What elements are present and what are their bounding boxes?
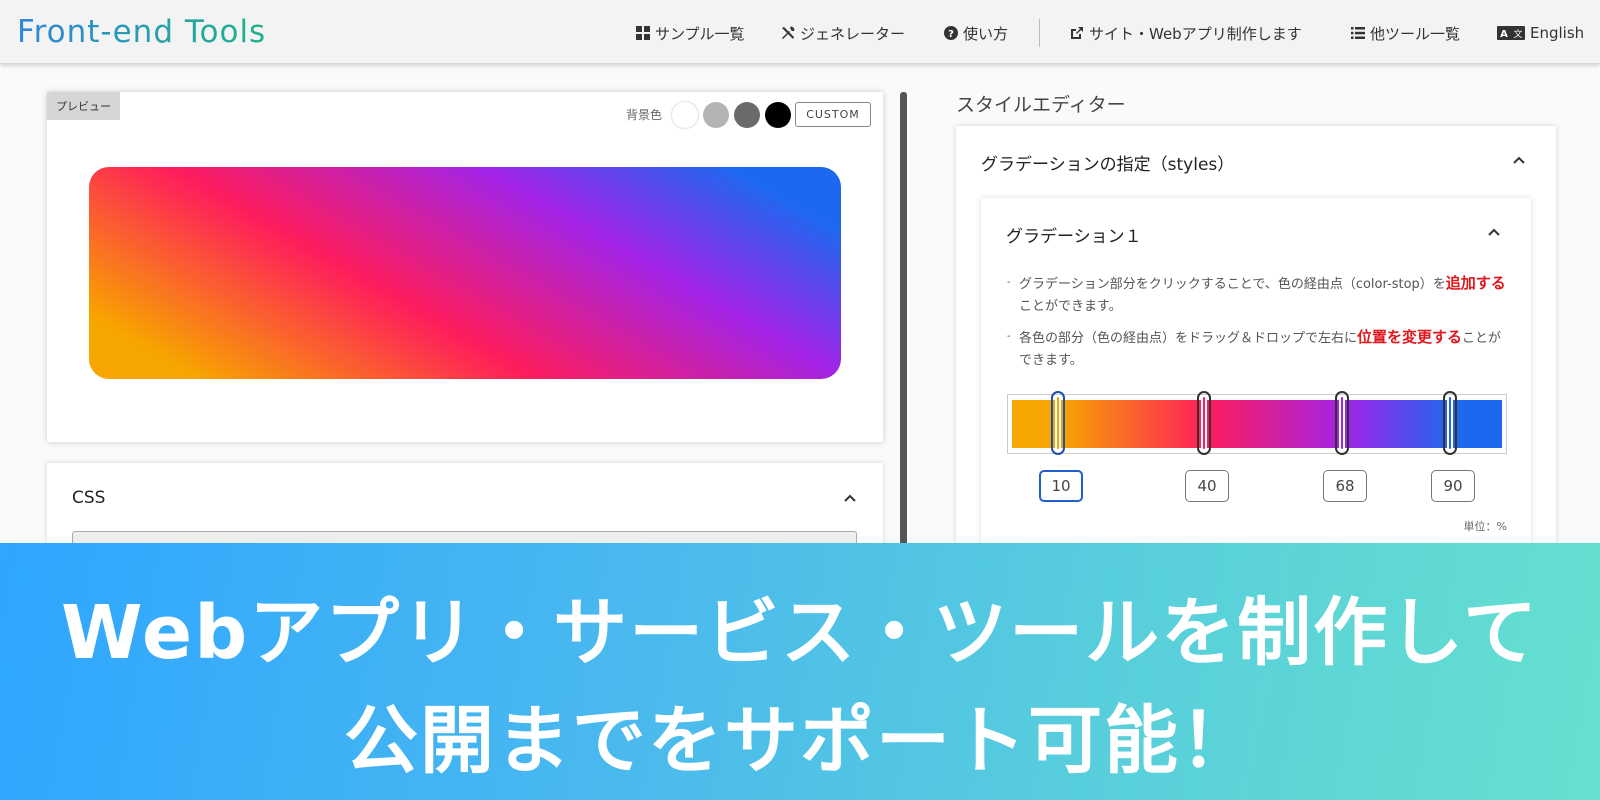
help-note: グラデーション部分をクリックすることで、色の経由点（color-stop）を追加… — [1007, 272, 1507, 318]
banner-headline: Webアプリ・サービス・ツールを制作して — [61, 590, 1539, 676]
help-note-highlight: 追加する — [1445, 274, 1506, 292]
nav-generator[interactable]: ジェネレーター — [781, 22, 905, 44]
nav-language[interactable]: A文 English — [1497, 22, 1584, 44]
nav-howto[interactable]: ? 使い方 — [944, 22, 1008, 44]
help-note-text: 各色の部分（色の経由点）をドラッグ＆ドロップで左右に — [1019, 331, 1358, 346]
promo-banner: Webアプリ・サービス・ツールを制作して 公開までをサポート可能！ — [0, 543, 1600, 800]
custom-color-button[interactable]: CUSTOM — [795, 102, 871, 127]
help-note-highlight: 位置を変更する — [1357, 328, 1463, 346]
swatch-white[interactable] — [672, 102, 698, 128]
banner-subheadline: 公開までをサポート可能！ — [344, 698, 1256, 784]
help-note-text: ことができます。 — [1019, 299, 1122, 314]
chevron-up-icon[interactable] — [1487, 225, 1501, 239]
list-icon — [1351, 27, 1365, 39]
nav-samples-label: サンプル一覧 — [655, 24, 745, 43]
gradient-card-title: グラデーション１ — [1006, 227, 1142, 247]
nav-other-tools-label: 他ツール一覧 — [1370, 24, 1461, 43]
chevron-up-icon[interactable] — [1512, 153, 1526, 167]
nav-divider — [1039, 19, 1040, 47]
background-color-label: 背景色 — [626, 108, 663, 122]
translate-icon: A文 — [1497, 26, 1525, 40]
svg-text:A: A — [1500, 29, 1508, 40]
help-note-text: グラデーション部分をクリックすることで、色の経由点（color-stop）を — [1019, 277, 1446, 292]
color-stop-handle[interactable] — [1335, 391, 1349, 455]
style-editor-title: スタイルエディター — [956, 94, 1126, 116]
styles-card-title: グラデーションの指定（styles） — [981, 155, 1235, 175]
swatch-light-gray[interactable] — [703, 102, 729, 128]
gradient-bar-fill[interactable] — [1012, 400, 1502, 448]
nav-other-tools[interactable]: 他ツール一覧 — [1351, 22, 1460, 44]
stop-position-input[interactable]: 90 — [1431, 470, 1475, 502]
question-circle-icon: ? — [944, 26, 958, 40]
color-stop-handle[interactable] — [1197, 391, 1211, 455]
gradient-stop-bar[interactable] — [1007, 391, 1507, 455]
svg-text:文: 文 — [1513, 28, 1522, 40]
site-logo[interactable]: Front-end Tools — [17, 14, 266, 50]
tools-icon — [782, 26, 795, 39]
nav-generator-label: ジェネレーター — [800, 24, 906, 43]
nav-samples[interactable]: サンプル一覧 — [636, 22, 745, 44]
color-stop-handle[interactable] — [1051, 391, 1065, 455]
panel-splitter[interactable] — [900, 92, 907, 552]
external-link-icon — [1071, 27, 1083, 39]
nav-language-label: English — [1530, 24, 1585, 42]
top-header: Front-end Tools サンプル一覧 ジェネレーター ? 使い方 サイト… — [0, 0, 1600, 64]
help-note: 各色の部分（色の経由点）をドラッグ＆ドロップで左右に位置を変更することができます… — [1007, 326, 1507, 372]
stop-position-input[interactable]: 10 — [1039, 470, 1083, 502]
grid-icon — [636, 26, 650, 40]
gradient-preview — [89, 167, 841, 379]
stop-position-input[interactable]: 40 — [1185, 470, 1229, 502]
css-panel-title: CSS — [72, 488, 106, 508]
styles-card: グラデーションの指定（styles） グラデーション１ グラデーション部分をクリ… — [956, 126, 1556, 558]
stop-position-input[interactable]: 68 — [1323, 470, 1367, 502]
preview-panel: プレビュー 背景色 CUSTOM — [47, 92, 883, 442]
color-stop-handle[interactable] — [1443, 391, 1457, 455]
unit-label: 単位：% — [1463, 520, 1507, 533]
preview-tag: プレビュー — [47, 92, 120, 120]
nav-webapp-service[interactable]: サイト・Webアプリ制作します — [1070, 22, 1302, 44]
swatch-dark-gray[interactable] — [734, 102, 760, 128]
nav-howto-label: 使い方 — [963, 24, 1009, 43]
swatch-black[interactable] — [765, 102, 791, 128]
chevron-up-icon[interactable] — [843, 491, 857, 505]
nav-webapp-service-label: サイト・Webアプリ制作します — [1089, 24, 1302, 43]
gradient-card: グラデーション１ グラデーション部分をクリックすることで、色の経由点（color… — [981, 198, 1531, 558]
svg-text:?: ? — [948, 29, 954, 40]
css-panel: CSS — [47, 463, 883, 561]
